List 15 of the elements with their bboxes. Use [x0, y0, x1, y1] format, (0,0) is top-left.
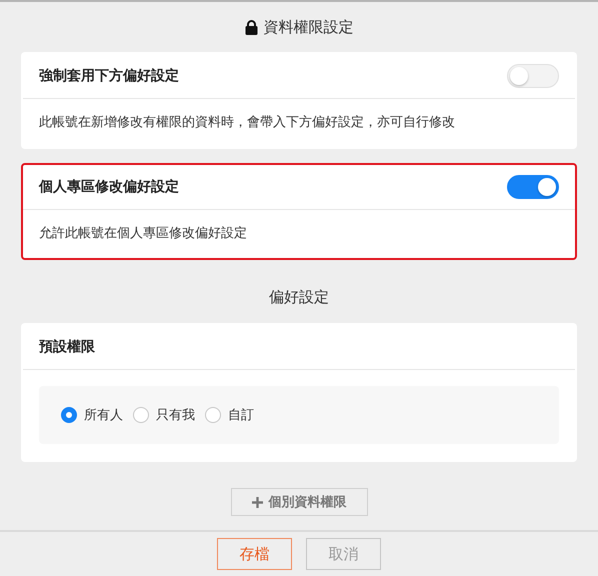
preference-title: 預設權限 — [39, 338, 95, 356]
setting-title: 個人專區修改偏好設定 — [39, 178, 179, 196]
toggle-switch[interactable] — [507, 175, 559, 199]
setting-title: 強制套用下方偏好設定 — [39, 67, 179, 85]
setting-description: 允許此帳號在個人專區修改偏好設定 — [38, 225, 248, 243]
radio-option[interactable]: 所有人 — [61, 406, 123, 424]
setting-description: 此帳號在新增修改有權限的資料時，會帶入下方偏好設定，亦可自行修改 — [38, 114, 456, 132]
radio-option[interactable]: 自訂 — [205, 406, 254, 424]
section-title: 資料權限設定 — [264, 18, 354, 36]
radio-option[interactable]: 只有我 — [133, 406, 195, 424]
subsection-title: 偏好設定 — [268, 287, 330, 308]
lock-icon — [244, 20, 258, 34]
plus-icon — [252, 496, 262, 508]
add-button[interactable]: 個別資料權限 — [230, 488, 368, 516]
add-button-label: 個別資料權限 — [268, 494, 346, 511]
